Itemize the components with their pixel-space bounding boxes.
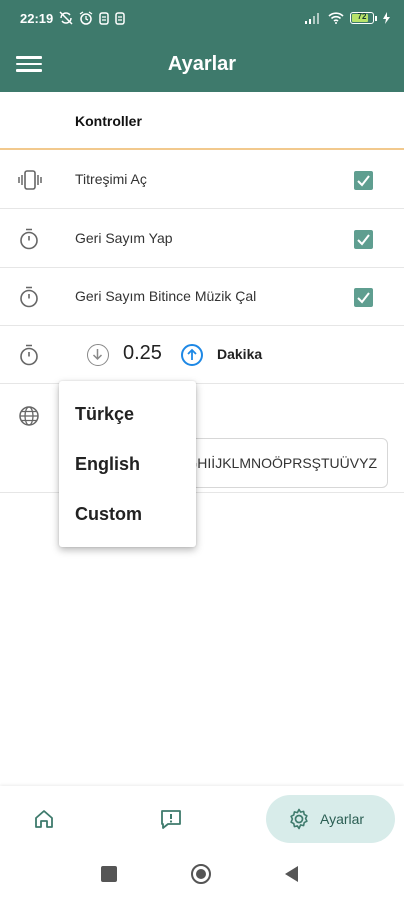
system-nav-bar [0,850,404,900]
music-checkbox[interactable] [354,288,373,307]
vibration-icon [18,169,42,191]
setting-vibration[interactable]: Titreşimi Aç [0,151,404,209]
nav-settings-label: Ayarlar [320,811,365,827]
status-bar: 22:19 72 [0,0,404,36]
wifi-icon [328,12,344,24]
language-option-english[interactable]: English [59,439,196,489]
signal-icon [305,13,319,24]
notification-icon [115,11,125,25]
alarm-icon [79,11,93,25]
page-title: Ayarlar [167,52,237,75]
home-button-icon[interactable] [191,864,211,884]
bottom-nav: Ayarlar [0,786,404,850]
setting-countdown[interactable]: Geri Sayım Yap [0,210,404,268]
setting-label: Titreşimi Aç [75,171,147,187]
language-dropdown: Türkçe English Custom [59,381,196,547]
setting-music[interactable]: Geri Sayım Bitince Müzik Çal [0,268,404,326]
setting-label: Geri Sayım Bitince Müzik Çal [75,288,257,304]
recent-apps-icon[interactable] [101,866,117,882]
countdown-checkbox[interactable] [354,230,373,249]
countdown-value: 0.25 [123,342,162,364]
countdown-duration: 0.25 Dakika [0,326,404,384]
section-header: Kontroller [0,92,404,150]
language-option-custom[interactable]: Custom [59,489,196,539]
sync-off-icon [59,11,73,25]
feedback-icon[interactable] [160,808,182,830]
notification-icon [99,11,109,25]
globe-icon[interactable] [18,405,40,427]
status-right-icons: 72 [304,12,390,24]
increase-button[interactable] [181,344,203,366]
status-time: 22:19 [20,10,54,26]
timer-icon [18,286,40,308]
countdown-unit: Dakika [217,346,263,362]
app-bar: Ayarlar [0,36,404,92]
decrease-button[interactable] [87,344,109,366]
section-title: Kontroller [75,113,142,129]
battery-level: 72 [357,12,367,21]
language-option-turkish[interactable]: Türkçe [59,389,196,439]
nav-settings[interactable]: Ayarlar [266,795,395,843]
timer-icon [18,344,40,366]
battery-icon: 72 [350,12,377,24]
hamburger-icon[interactable] [16,52,42,76]
gear-icon [288,808,310,830]
status-left-icons [59,11,125,25]
home-icon[interactable] [33,808,55,830]
timer-icon [18,228,40,250]
charging-icon [383,12,390,24]
setting-label: Geri Sayım Yap [75,230,173,246]
vibration-checkbox[interactable] [354,171,373,190]
back-icon[interactable] [285,866,298,882]
